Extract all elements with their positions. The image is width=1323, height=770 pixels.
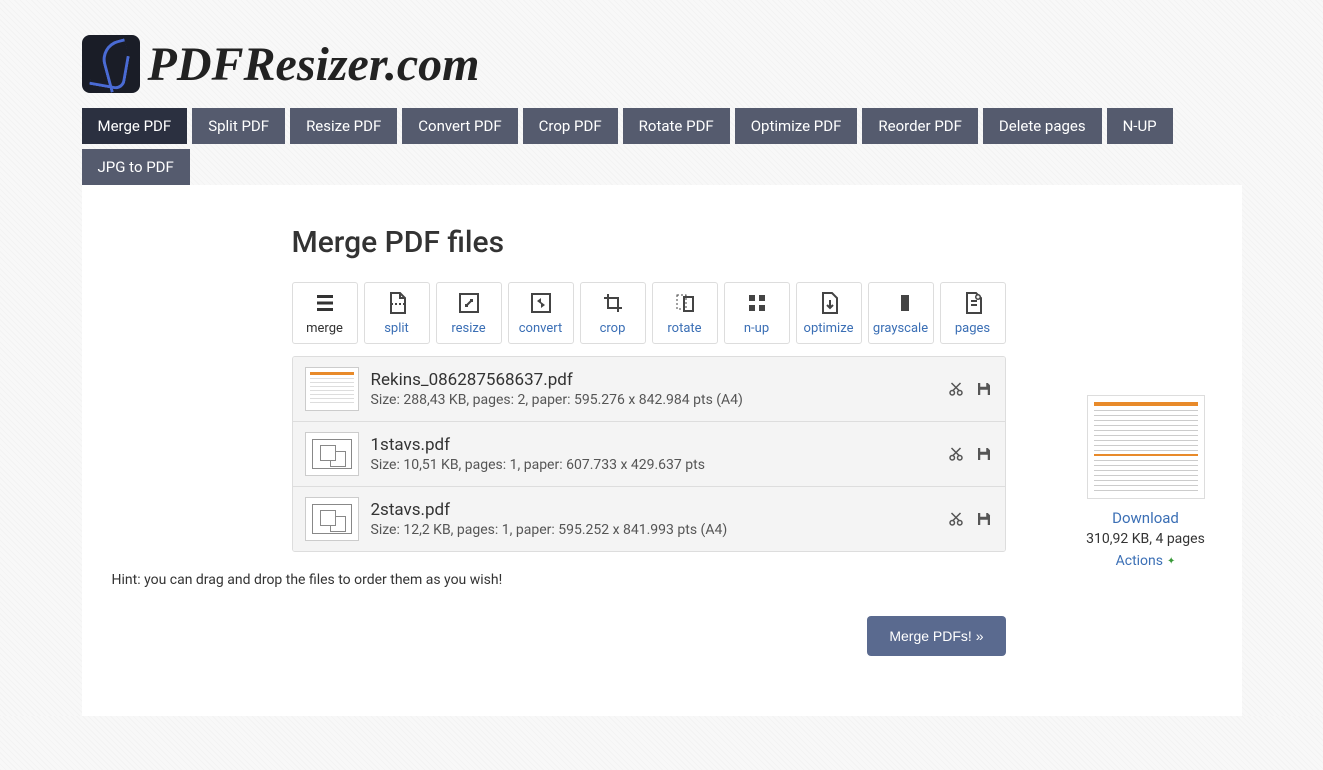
save-icon[interactable] [975, 510, 993, 528]
nav-item-rotate-pdf[interactable]: Rotate PDF [623, 108, 730, 144]
nav-item-crop-pdf[interactable]: Crop PDF [523, 108, 618, 144]
hint-text: Hint: you can drag and drop the files to… [112, 572, 1006, 588]
nav-item-n-up[interactable]: N-UP [1107, 108, 1173, 144]
tool-optimize-button[interactable]: optimize [796, 282, 862, 344]
rotate-icon [673, 291, 697, 315]
remove-icon[interactable] [947, 510, 965, 528]
tool-label: split [384, 321, 409, 336]
grayscale-icon [889, 291, 913, 315]
file-info: 2stavs.pdf Size: 12,2 KB, pages: 1, paper… [371, 500, 935, 538]
optimize-icon [817, 291, 841, 315]
file-list: Rekins_086287568637.pdf Size: 288,43 KB, … [292, 356, 1006, 552]
file-meta: Size: 288,43 KB, pages: 2, paper: 595.27… [371, 392, 935, 408]
remove-icon[interactable] [947, 445, 965, 463]
nav-item-reorder-pdf[interactable]: Reorder PDF [862, 108, 978, 144]
resize-icon [457, 291, 481, 315]
file-info: Rekins_086287568637.pdf Size: 288,43 KB, … [371, 370, 935, 408]
tool-nup-button[interactable]: n-up [724, 282, 790, 344]
tool-label: convert [519, 321, 562, 336]
tool-toolbar: merge split resize convert crop rotate n-up opt… [292, 282, 1006, 344]
file-thumbnail [305, 497, 359, 541]
save-icon[interactable] [975, 380, 993, 398]
nav-item-optimize-pdf[interactable]: Optimize PDF [735, 108, 858, 144]
tool-label: crop [600, 321, 626, 336]
tool-split-button[interactable]: split [364, 282, 430, 344]
tool-pages-button[interactable]: pages [940, 282, 1006, 344]
merge-icon [313, 291, 337, 315]
file-row[interactable]: Rekins_086287568637.pdf Size: 288,43 KB, … [293, 357, 1005, 422]
file-name: Rekins_086287568637.pdf [371, 370, 935, 390]
page-title: Merge PDF files [292, 225, 1006, 260]
file-meta: Size: 10,51 KB, pages: 1, paper: 607.733… [371, 457, 935, 473]
site-name: PDFResizer.com [148, 37, 480, 92]
header: PDFResizer.com [82, 0, 1242, 108]
logo-icon [82, 35, 140, 93]
result-meta: 310,92 KB, 4 pages [1086, 531, 1205, 547]
tool-crop-button[interactable]: crop [580, 282, 646, 344]
file-name: 1stavs.pdf [371, 435, 935, 455]
nav-item-delete-pages[interactable]: Delete pages [983, 108, 1102, 144]
download-link[interactable]: Download [1112, 509, 1179, 527]
tool-resize-button[interactable]: resize [436, 282, 502, 344]
tool-label: resize [451, 321, 485, 336]
nav-item-convert-pdf[interactable]: Convert PDF [402, 108, 517, 144]
nav-item-merge-pdf[interactable]: Merge PDF [82, 108, 188, 144]
tool-convert-button[interactable]: convert [508, 282, 574, 344]
tool-label: optimize [804, 321, 854, 336]
file-info: 1stavs.pdf Size: 10,51 KB, pages: 1, pape… [371, 435, 935, 473]
tool-grayscale-button[interactable]: grayscale [868, 282, 934, 344]
tool-label: grayscale [873, 321, 928, 336]
crop-icon [601, 291, 625, 315]
actions-label: Actions [1116, 553, 1163, 569]
tool-label: rotate [667, 321, 701, 336]
tool-label: pages [955, 321, 990, 336]
nav-item-jpg-to-pdf[interactable]: JPG to PDF [82, 149, 190, 185]
file-row[interactable]: 2stavs.pdf Size: 12,2 KB, pages: 1, paper… [293, 487, 1005, 551]
tool-label: merge [306, 321, 343, 336]
merge-button[interactable]: Merge PDFs! » [867, 616, 1005, 656]
save-icon[interactable] [975, 445, 993, 463]
result-preview-thumbnail[interactable] [1087, 395, 1205, 499]
file-meta: Size: 12,2 KB, pages: 1, paper: 595.252 … [371, 522, 935, 538]
tool-label: n-up [744, 321, 769, 336]
nav-item-resize-pdf[interactable]: Resize PDF [290, 108, 397, 144]
file-name: 2stavs.pdf [371, 500, 935, 520]
split-icon [385, 291, 409, 315]
actions-link[interactable]: Actions [1116, 553, 1176, 569]
remove-icon[interactable] [947, 380, 965, 398]
tool-rotate-button[interactable]: rotate [652, 282, 718, 344]
nup-icon [745, 291, 769, 315]
convert-icon [529, 291, 553, 315]
file-row[interactable]: 1stavs.pdf Size: 10,51 KB, pages: 1, pape… [293, 422, 1005, 487]
file-thumbnail [305, 367, 359, 411]
nav-item-split-pdf[interactable]: Split PDF [192, 108, 285, 144]
file-thumbnail [305, 432, 359, 476]
file-actions [947, 380, 993, 398]
pages-icon [961, 291, 985, 315]
file-actions [947, 510, 993, 528]
main-nav: Merge PDFSplit PDFResize PDFConvert PDFC… [82, 108, 1242, 185]
result-panel: Download 310,92 KB, 4 pages Actions [1046, 225, 1246, 656]
file-actions [947, 445, 993, 463]
tool-merge-button[interactable]: merge [292, 282, 358, 344]
